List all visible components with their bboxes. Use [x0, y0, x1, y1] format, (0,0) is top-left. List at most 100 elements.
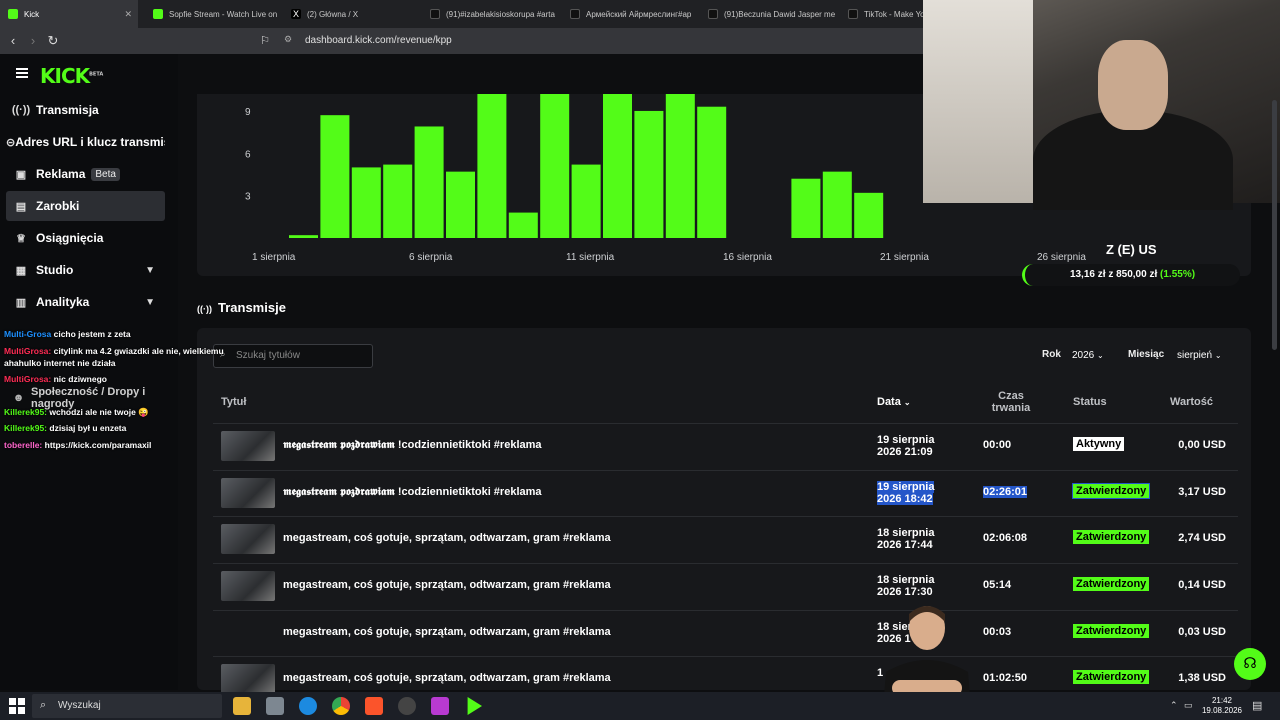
stream-thumbnail[interactable] [221, 664, 275, 694]
sidebar-item-label: Studio [36, 263, 74, 277]
webcam-overlay [923, 0, 1280, 210]
chart-bar[interactable] [414, 126, 444, 238]
taskbar-search-text: Wyszukaj [58, 700, 101, 711]
kick-favicon-icon [153, 9, 163, 19]
stream-title[interactable]: megastream, coś gotuje, sprzątam, odtwar… [283, 532, 611, 544]
tray-chevron-icon[interactable]: ⌃ [1170, 700, 1178, 711]
stream-value: 3,17 USD [1178, 486, 1226, 498]
chart-bar[interactable] [603, 94, 632, 238]
sidebar-item-reklama[interactable]: ▣ Reklama Beta [6, 159, 165, 189]
close-icon[interactable]: ✕ [124, 9, 132, 20]
tiktok-favicon-icon [848, 9, 858, 19]
scrollbar-thumb[interactable] [1272, 100, 1277, 350]
chart-bar[interactable] [446, 171, 475, 238]
stream-thumbnail[interactable] [221, 524, 275, 554]
obs-icon[interactable] [398, 697, 416, 715]
stream-title[interactable]: megastream, coś gotuje, sprzątam, odtwar… [283, 672, 611, 684]
reload-icon[interactable]: ↻ [44, 32, 62, 50]
chart-bar[interactable] [320, 115, 350, 238]
sidebar-item-transmisja[interactable]: ((·)) Transmisja [6, 95, 165, 125]
chart-bar[interactable] [289, 235, 318, 238]
chart-bar[interactable] [383, 164, 413, 238]
app-icon[interactable] [266, 697, 284, 715]
col-header-date[interactable]: Data ⌄ [877, 396, 911, 408]
status-badge: Zatwierdzony [1073, 577, 1150, 591]
taskbar-clock[interactable]: 21:42 19.08.2026 [1200, 696, 1244, 716]
bookmark-icon[interactable]: ⚐ [256, 32, 274, 50]
col-header-status[interactable]: Status [1073, 396, 1107, 408]
url-bar[interactable]: dashboard.kick.com/revenue/kpp [305, 33, 452, 49]
chart-bar[interactable] [634, 110, 664, 238]
browser-tab[interactable]: (91)Beczunia Dawid Jasper me [700, 0, 838, 28]
stream-thumbnail[interactable] [221, 431, 275, 461]
chart-bar[interactable] [822, 171, 852, 238]
col-header-value[interactable]: Wartość [1170, 396, 1213, 408]
year-select[interactable]: 2026 ⌄ [1066, 344, 1110, 368]
chart-bar[interactable] [697, 106, 727, 239]
back-icon[interactable]: ‹ [4, 32, 22, 50]
edge-icon[interactable] [299, 697, 317, 715]
support-chat-icon[interactable]: ☊ [1234, 648, 1266, 680]
kick-app-icon[interactable] [467, 697, 482, 715]
chat-message: Killerek95: dzisiaj był u enzeta [4, 423, 126, 433]
clock-date: 19.08.2026 [1201, 706, 1243, 715]
chart-bar[interactable] [571, 164, 601, 238]
taskbar-search[interactable]: Wyszukaj [32, 694, 222, 718]
month-select[interactable]: sierpień ⌄ [1171, 344, 1228, 368]
sidebar-item-osiagniecia[interactable]: ♕ Osiągnięcia [6, 223, 165, 253]
stream-thumbnail[interactable] [221, 571, 275, 601]
x-tick-label: 26 sierpnia [1037, 252, 1086, 263]
streamer-face [1098, 40, 1168, 130]
stream-value: 0,14 USD [1178, 579, 1226, 591]
stream-title[interactable]: 𝖒𝖊𝖌𝖆𝖘𝖙𝖗𝖊𝖆𝖒 𝖕𝖔𝖟𝖉𝖗𝖆𝖜𝖎𝖆𝖒 !codziennietiktoki… [283, 439, 542, 452]
chat-user: MultiGrosa: [4, 346, 52, 356]
sidebar-item-zarobki[interactable]: ▤ Zarobki [6, 191, 165, 221]
site-info-icon[interactable]: ⚙ [284, 34, 292, 45]
col-header-duration[interactable]: Czas trwania [988, 390, 1034, 414]
chart-bar[interactable] [477, 94, 507, 238]
chart-bar[interactable] [351, 167, 381, 238]
network-icon[interactable]: ▭ [1184, 700, 1193, 711]
stream-date-day: 19 sierpnia [877, 481, 935, 493]
kick-logo[interactable]: KICKBETA [40, 64, 103, 88]
chart-bar[interactable] [540, 94, 570, 238]
chrome-icon[interactable] [332, 697, 350, 715]
chart-bar[interactable] [665, 94, 695, 238]
col-header-title[interactable]: Tytuł [221, 396, 246, 408]
browser-tab[interactable]: TikTok - Make Yo [840, 0, 924, 28]
year-label: Rok [1042, 349, 1061, 360]
app-icon[interactable] [431, 697, 449, 715]
stream-title[interactable]: megastream, coś gotuje, sprzątam, odtwar… [283, 579, 611, 591]
browser-tab[interactable]: X (2) Główna / X [283, 0, 421, 28]
stream-thumbnail[interactable] [221, 478, 275, 508]
browser-tab[interactable]: Kick ✕ [0, 0, 138, 28]
brave-icon[interactable] [365, 697, 383, 715]
forward-icon[interactable]: › [24, 32, 42, 50]
chart-bar[interactable] [791, 178, 821, 238]
sidebar-item-stream-url[interactable]: ⊝ Adres URL i klucz transmis [6, 127, 165, 157]
chart-bar[interactable] [854, 192, 884, 238]
wallet-icon: ▤ [15, 200, 27, 213]
file-explorer-icon[interactable] [233, 697, 251, 715]
stream-title[interactable]: megastream, coś gotuje, sprzątam, odtwar… [283, 626, 611, 638]
goal-percent: (1.55%) [1160, 269, 1196, 280]
y-tick-label: 6 [245, 149, 251, 160]
status-badge: Zatwierdzony [1073, 624, 1150, 638]
browser-tab[interactable]: Армейский Айрмреслинг#ар [562, 0, 700, 28]
menu-icon[interactable] [16, 68, 28, 78]
browser-tab[interactable]: Sopfie Stream - Watch Live on [145, 0, 283, 28]
stream-date: 18 sierpnia 2026 17:44 [877, 527, 947, 551]
x-tick-label: 11 sierpnia [566, 252, 615, 263]
chart-bar[interactable] [508, 212, 538, 238]
stream-value: 1,38 USD [1178, 672, 1226, 684]
goal-target: 850,00 zł [1116, 269, 1158, 280]
notification-icon[interactable]: ▤ [1252, 699, 1262, 712]
windows-start-icon[interactable] [9, 698, 25, 714]
search-input[interactable]: Szukaj tytułów [213, 344, 373, 368]
section-title: ((·)) Transmisje [197, 300, 286, 315]
chevron-down-icon: ▼ [145, 264, 155, 276]
browser-tab[interactable]: (91)#izabelakisioskorupa #arta [422, 0, 560, 28]
sidebar-item-studio[interactable]: ▦ Studio ▼ [6, 255, 165, 285]
sidebar-item-analityka[interactable]: ▥ Analityka ▼ [6, 287, 165, 317]
stream-title[interactable]: 𝖒𝖊𝖌𝖆𝖘𝖙𝖗𝖊𝖆𝖒 𝖕𝖔𝖟𝖉𝖗𝖆𝖜𝖎𝖆𝖒 !codziennietiktoki… [283, 486, 542, 499]
